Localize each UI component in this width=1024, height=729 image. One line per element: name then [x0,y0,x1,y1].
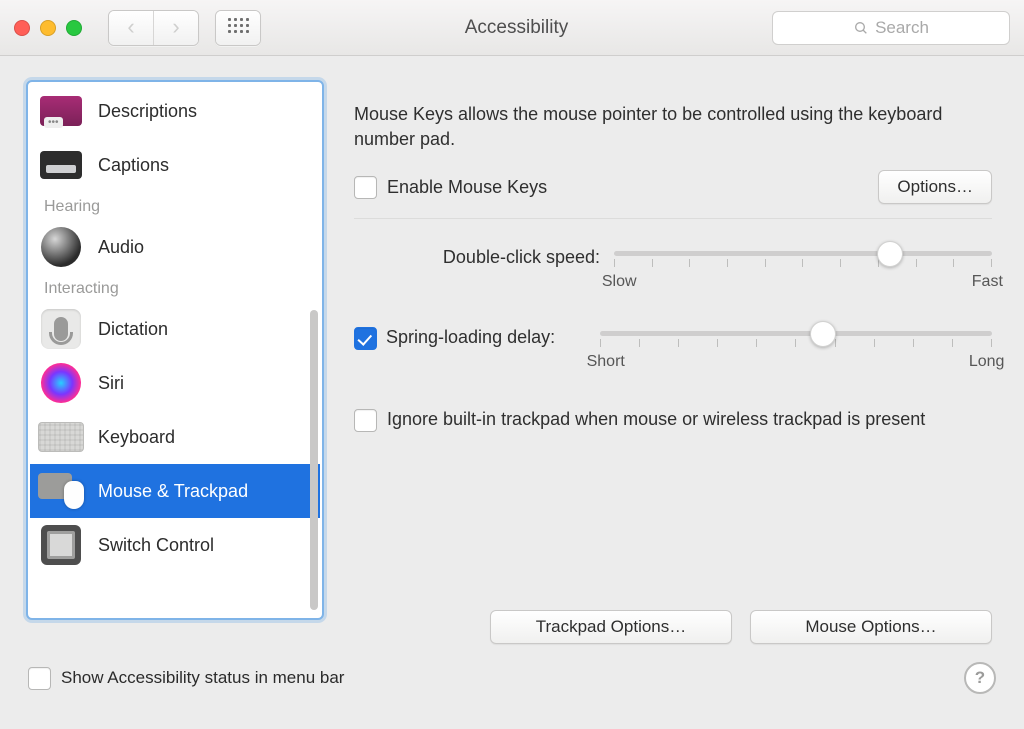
sidebar-item-siri[interactable]: Siri [30,356,320,410]
enable-mouse-keys-checkbox[interactable] [354,176,377,199]
show-status-label: Show Accessibility status in menu bar [61,668,344,688]
ignore-trackpad-label: Ignore built-in trackpad when mouse or w… [387,407,925,432]
siri-icon [41,363,81,403]
sidebar-item-dictation[interactable]: Dictation [30,302,320,356]
sidebar-item-descriptions[interactable]: Descriptions [30,84,320,138]
close-window-button[interactable] [14,20,30,36]
content: Descriptions Captions Hearing Audio Inte… [0,56,1024,658]
help-button[interactable]: ? [964,662,996,694]
sidebar-item-label: Audio [98,237,144,258]
chevron-left-icon: ‹ [127,16,134,38]
main-panel: Mouse Keys allows the mouse pointer to b… [342,80,998,652]
sidebar-item-mouse-trackpad[interactable]: Mouse & Trackpad [30,464,320,518]
switch-control-icon [41,525,81,565]
button-label: Options… [897,177,973,197]
spring-loading-delay-row: Spring-loading delay: Short Long [354,327,992,371]
slider-knob[interactable] [877,241,903,267]
bottom-buttons: Trackpad Options… Mouse Options… [490,610,992,644]
sidebar-item-audio[interactable]: Audio [30,220,320,274]
trackpad-options-button[interactable]: Trackpad Options… [490,610,732,644]
mouse-options-button[interactable]: Mouse Options… [750,610,992,644]
keyboard-icon [38,422,84,452]
footer: Show Accessibility status in menu bar ? [0,658,1024,694]
mouse-keys-options-button[interactable]: Options… [878,170,992,204]
sidebar: Descriptions Captions Hearing Audio Inte… [26,80,324,620]
enable-mouse-keys-label: Enable Mouse Keys [387,177,547,198]
titlebar: ‹ › Accessibility Search [0,0,1024,56]
microphone-icon [41,309,81,349]
show-all-button[interactable] [215,10,261,46]
ignore-trackpad-checkbox[interactable] [354,409,377,432]
window-controls [14,20,82,36]
search-input[interactable]: Search [772,11,1010,45]
sidebar-item-label: Captions [98,155,169,176]
chevron-right-icon: › [172,16,179,38]
mouse-trackpad-icon [38,473,84,509]
search-icon [853,20,869,36]
slider-max-label: Long [969,353,1005,371]
button-label: Trackpad Options… [536,617,687,637]
spring-loading-checkbox[interactable] [354,327,377,350]
sidebar-category-interacting: Interacting [30,274,320,302]
sidebar-item-label: Switch Control [98,535,214,556]
sidebar-item-captions[interactable]: Captions [30,138,320,192]
sidebar-item-label: Siri [98,373,124,394]
double-click-speed-label: Double-click speed: [443,247,600,267]
captions-icon [40,151,82,179]
back-button[interactable]: ‹ [109,11,154,45]
show-status-checkbox[interactable] [28,667,51,690]
help-icon: ? [975,668,985,688]
sidebar-item-label: Descriptions [98,101,197,122]
sidebar-category-hearing: Hearing [30,192,320,220]
window-title: Accessibility [277,17,756,39]
descriptions-icon [40,96,82,126]
double-click-speed-row: Double-click speed: Slow Fast [354,247,992,291]
sidebar-item-switch-control[interactable]: Switch Control [30,518,320,572]
nav-buttons: ‹ › [108,10,199,46]
spring-loading-delay-slider[interactable]: Short Long [600,327,992,371]
slider-min-label: Slow [602,273,637,291]
search-placeholder: Search [875,18,929,38]
slider-max-label: Fast [972,273,1003,291]
slider-knob[interactable] [810,321,836,347]
separator [354,218,992,219]
button-label: Mouse Options… [805,617,936,637]
sidebar-item-keyboard[interactable]: Keyboard [30,410,320,464]
sidebar-item-label: Dictation [98,319,168,340]
ignore-trackpad-row: Ignore built-in trackpad when mouse or w… [354,407,992,432]
sidebar-scrollbar[interactable] [310,92,318,608]
slider-min-label: Short [587,353,625,371]
sidebar-item-label: Mouse & Trackpad [98,481,248,502]
scrollbar-thumb[interactable] [310,310,318,610]
sidebar-item-label: Keyboard [98,427,175,448]
zoom-window-button[interactable] [66,20,82,36]
intro-text: Mouse Keys allows the mouse pointer to b… [354,102,992,152]
spring-loading-label: Spring-loading delay: [386,327,555,347]
grid-icon [216,11,260,45]
double-click-speed-slider[interactable]: Slow Fast [614,247,992,291]
minimize-window-button[interactable] [40,20,56,36]
forward-button[interactable]: › [154,11,198,45]
speaker-icon [41,227,81,267]
